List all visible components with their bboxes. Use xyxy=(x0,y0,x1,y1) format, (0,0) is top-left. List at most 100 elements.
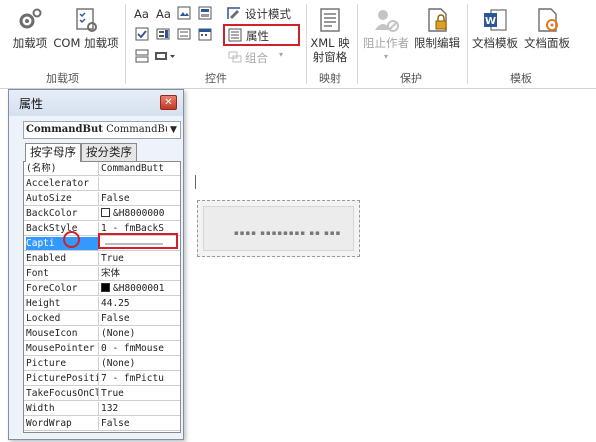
property-value[interactable]: 0 - fmMouse xyxy=(101,342,180,355)
word-document-icon: W xyxy=(484,9,507,31)
group-icon xyxy=(228,51,242,63)
property-value[interactable]: 7 - fmPictu xyxy=(101,372,180,385)
property-row[interactable]: BackColor &H8000000 xyxy=(24,207,180,222)
dropdown-list-control-icon[interactable] xyxy=(177,27,191,41)
property-value[interactable]: CommandButt xyxy=(101,162,180,175)
property-name: Enabled xyxy=(26,253,67,264)
property-value[interactable]: False xyxy=(101,417,180,430)
building-block-icon[interactable] xyxy=(198,6,212,20)
property-value: &H8000001 xyxy=(113,283,165,294)
command-button-control[interactable]: ▪▪▪▪ ▪▪▪▪▪▪▪▪ ▪▪ ▪▪▪ xyxy=(197,200,360,257)
property-value-color[interactable]: &H8000001 xyxy=(101,282,180,295)
object-type: CommandBut xyxy=(106,124,176,135)
property-row[interactable]: MousePointer 0 - fmMouse xyxy=(24,342,180,357)
properties-highlight xyxy=(223,24,300,46)
grid-divider xyxy=(98,372,99,386)
grid-divider xyxy=(98,177,99,191)
group-label-templates: 模板 xyxy=(510,72,532,85)
chevron-down-icon[interactable]: ▼ xyxy=(167,122,180,138)
gear-icon xyxy=(19,8,42,29)
property-row[interactable]: MouseIcon (None) xyxy=(24,327,180,342)
document-panel-label: 文档面板 xyxy=(524,36,570,50)
property-value[interactable]: 44.25 xyxy=(101,297,180,310)
design-mode-button[interactable]: 设计模式 xyxy=(245,6,291,22)
xml-mapping-pane-button[interactable]: XML 映 射窗格 xyxy=(307,6,353,64)
property-row[interactable]: Enabled True xyxy=(24,252,180,267)
property-name: AutoSize xyxy=(26,193,72,204)
group-protect: 阻止作者 ▾ 限制编辑 保护 xyxy=(358,0,464,89)
property-row[interactable]: Height 44.25 xyxy=(24,297,180,312)
object-selector[interactable]: CommandBut CommandBut ▼ xyxy=(23,121,181,139)
close-icon[interactable]: ✕ xyxy=(160,95,177,110)
property-name: ForeColor xyxy=(26,283,78,294)
grid-divider xyxy=(98,312,99,326)
checklist-gear-icon xyxy=(76,8,97,32)
com-addins-button[interactable]: COM 加载项 xyxy=(52,6,120,50)
property-row[interactable]: Picture (None) xyxy=(24,357,180,372)
property-value[interactable]: (None) xyxy=(101,327,180,340)
command-button-face: ▪▪▪▪ ▪▪▪▪▪▪▪▪ ▪▪ ▪▪▪ xyxy=(203,206,354,251)
property-row[interactable]: Locked False xyxy=(24,312,180,327)
document-panel-button[interactable]: 文档面板 xyxy=(522,6,572,50)
plain-text-control[interactable]: Aa xyxy=(156,7,171,21)
grid-divider xyxy=(98,357,99,371)
property-row[interactable]: Width 132 xyxy=(24,402,180,417)
combo-box-control-icon[interactable] xyxy=(156,27,170,41)
grid-divider xyxy=(98,342,99,356)
property-name: Picture xyxy=(26,358,67,369)
tab-categorized[interactable]: 按分类序 xyxy=(81,143,137,161)
grid-divider xyxy=(98,252,99,266)
block-authors-button[interactable]: 阻止作者 ▾ xyxy=(362,6,410,64)
property-row[interactable]: PicturePositi 7 - fmPictu xyxy=(24,372,180,387)
color-swatch xyxy=(101,283,110,292)
property-name: Height xyxy=(26,298,61,309)
property-row[interactable]: WordWrap False xyxy=(24,417,180,432)
property-value[interactable]: 132 xyxy=(101,402,180,415)
repeating-section-icon[interactable] xyxy=(135,49,149,63)
group-label-mapping: 映射 xyxy=(319,72,341,85)
property-row[interactable]: TakeFocusOnCl True xyxy=(24,387,180,402)
ribbon: 加载项 COM 加载项 加载项 Aa Aa 设计模式 属性 组合 ▾ 控件 XM… xyxy=(0,0,596,89)
group-button[interactable]: 组合 xyxy=(245,50,268,66)
grid-divider xyxy=(98,387,99,401)
property-row[interactable]: Font 宋体 xyxy=(24,267,180,282)
property-name: Capti xyxy=(26,237,98,250)
property-name: Accelerator xyxy=(26,178,89,189)
design-mode-icon xyxy=(227,7,240,19)
caption-circle-highlight xyxy=(63,231,80,248)
rich-text-control[interactable]: Aa xyxy=(134,7,149,21)
property-name: Locked xyxy=(26,313,61,324)
addins-button[interactable]: 加载项 xyxy=(10,6,50,50)
property-value: &H8000000 xyxy=(113,208,165,219)
property-row[interactable]: (名称) CommandButt xyxy=(24,162,180,177)
block-authors-icon xyxy=(375,10,399,32)
property-value[interactable]: True xyxy=(101,252,180,265)
group-mapping: XML 映 射窗格 映射 xyxy=(307,0,353,89)
restrict-editing-label: 限制编辑 xyxy=(414,36,460,50)
grid-divider xyxy=(98,192,99,206)
restrict-editing-button[interactable]: 限制编辑 xyxy=(412,6,462,50)
date-picker-control-icon[interactable] xyxy=(198,27,212,41)
property-row[interactable]: ForeColor &H8000001 xyxy=(24,282,180,297)
property-row[interactable]: AutoSize False xyxy=(24,192,180,207)
property-value[interactable]: True xyxy=(101,387,180,400)
grid-divider xyxy=(98,327,99,341)
com-addins-label: COM 加载项 xyxy=(53,36,119,50)
picture-control-icon[interactable] xyxy=(177,6,191,20)
text-cursor xyxy=(195,175,196,189)
property-value-color[interactable]: &H8000000 xyxy=(101,207,180,220)
property-name: Width xyxy=(26,403,55,414)
legacy-tools-icon[interactable] xyxy=(154,49,176,63)
property-row[interactable]: Accelerator xyxy=(24,177,180,192)
property-name: TakeFocusOnCl xyxy=(26,388,98,399)
xml-mapping-icon xyxy=(320,8,340,32)
group-label-controls: 控件 xyxy=(205,72,227,85)
document-template-button[interactable]: W 文档模板 xyxy=(470,6,520,50)
property-value[interactable]: 宋体 xyxy=(101,267,180,280)
tab-alphabetic[interactable]: 按字母序 xyxy=(25,143,81,162)
checkbox-control-icon[interactable] xyxy=(135,27,149,41)
property-value[interactable]: False xyxy=(101,192,180,205)
properties-titlebar[interactable]: 属性 ✕ xyxy=(9,90,183,116)
property-value[interactable]: False xyxy=(101,312,180,325)
property-value[interactable]: (None) xyxy=(101,357,180,370)
